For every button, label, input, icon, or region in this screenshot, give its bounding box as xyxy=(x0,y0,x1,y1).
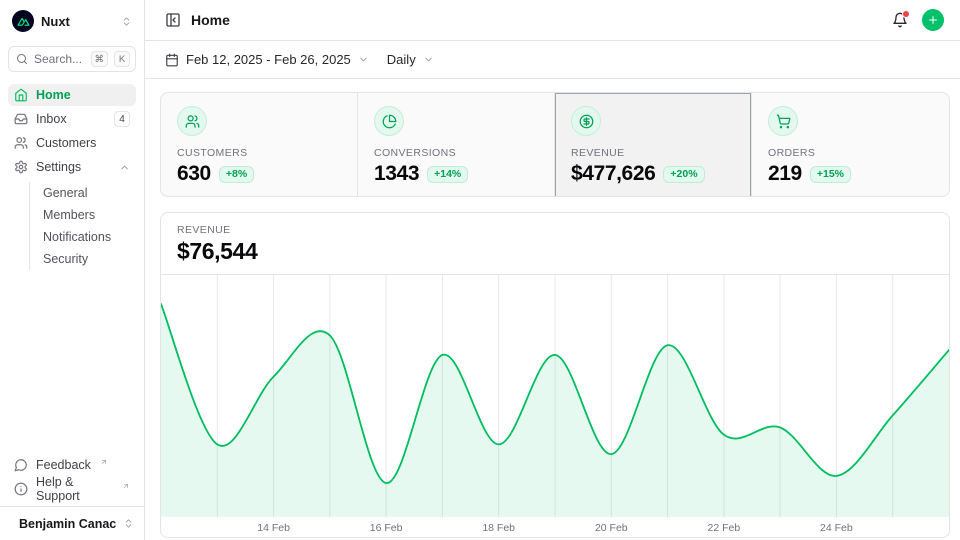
stat-label: Conversions xyxy=(374,147,538,159)
sidebar-item-settings[interactable]: Settings xyxy=(8,156,136,178)
chart-metric-label: Revenue xyxy=(177,224,933,236)
chart-svg xyxy=(161,275,949,517)
chevron-down-icon xyxy=(358,54,369,65)
sidebar-item-label: Settings xyxy=(36,160,81,174)
stat-delta-badge: +15% xyxy=(810,166,851,183)
feedback-link[interactable]: Feedback xyxy=(8,454,136,476)
app-window: Nuxt Search... ⌘ K Home xyxy=(0,0,960,540)
stat-card-revenue[interactable]: Revenue $477,626 +20% xyxy=(555,93,752,197)
date-range-value: Feb 12, 2025 - Feb 26, 2025 xyxy=(186,52,351,67)
inbox-icon xyxy=(14,112,28,126)
sidebar-nav: Home Inbox 4 Customers Settings xyxy=(8,84,136,270)
search-input[interactable]: Search... ⌘ K xyxy=(8,46,136,72)
workspace-name: Nuxt xyxy=(41,14,70,29)
search-icon xyxy=(16,53,28,65)
kbd-k: K xyxy=(114,51,130,67)
users-icon xyxy=(14,136,28,150)
granularity-select[interactable]: Daily xyxy=(387,52,434,67)
sidebar-item-customers[interactable]: Customers xyxy=(8,132,136,154)
page-title: Home xyxy=(191,12,230,28)
revenue-chart-card: Revenue $76,544 14 Feb 16 Feb 18 Feb 20 Feb… xyxy=(160,212,950,538)
user-menu[interactable]: Benjamin Canac xyxy=(0,506,144,540)
stat-label: Revenue xyxy=(571,147,735,159)
revenue-area-chart[interactable] xyxy=(161,275,949,517)
stats-row: Customers 630 +8% Conversions 1343 +14% xyxy=(160,92,950,197)
stat-value: 630 xyxy=(177,162,211,186)
stat-card-customers[interactable]: Customers 630 +8% xyxy=(161,93,358,197)
nuxt-logo-icon xyxy=(12,10,34,32)
sidebar-item-general[interactable]: General xyxy=(43,182,136,204)
inbox-count-badge: 4 xyxy=(114,111,130,127)
gear-icon xyxy=(14,160,28,174)
chevron-up-down-icon xyxy=(123,518,134,529)
stat-label: Customers xyxy=(177,147,341,159)
user-name: Benjamin Canac xyxy=(19,517,116,531)
sidebar-item-notifications[interactable]: Notifications xyxy=(43,226,136,248)
search-placeholder: Search... xyxy=(34,52,85,66)
help-support-label: Help & Support xyxy=(36,475,113,503)
circle-dollar-icon xyxy=(571,106,601,136)
message-bubble-icon xyxy=(14,458,28,472)
chart-metric-value: $76,544 xyxy=(177,238,933,265)
chevron-up-icon xyxy=(119,162,130,173)
stat-card-conversions[interactable]: Conversions 1343 +14% xyxy=(358,93,555,197)
stat-card-orders[interactable]: Orders 219 +15% xyxy=(752,93,949,197)
pie-chart-icon xyxy=(374,106,404,136)
x-axis-tick-label: 18 Feb xyxy=(482,522,515,534)
users-icon xyxy=(177,106,207,136)
main-area: Home Feb 12, 2025 - Feb 26, 2025 xyxy=(145,0,960,540)
sidebar-item-inbox[interactable]: Inbox 4 xyxy=(8,108,136,130)
shopping-cart-icon xyxy=(768,106,798,136)
stat-value: 219 xyxy=(768,162,802,186)
x-axis-tick-label: 14 Feb xyxy=(257,522,290,534)
x-axis-tick-label: 22 Feb xyxy=(708,522,741,534)
x-axis-tick-label: 20 Feb xyxy=(595,522,628,534)
dashboard-content: Customers 630 +8% Conversions 1343 +14% xyxy=(145,79,960,540)
granularity-value: Daily xyxy=(387,52,416,67)
notification-dot xyxy=(902,10,910,18)
info-circle-icon xyxy=(14,482,28,496)
external-link-icon xyxy=(122,482,130,490)
chart-header: Revenue $76,544 xyxy=(161,213,949,275)
chevron-up-down-icon xyxy=(121,16,132,27)
stat-value: $477,626 xyxy=(571,162,655,186)
stat-label: Orders xyxy=(768,147,933,159)
sidebar-footer: Feedback Help & Support xyxy=(8,454,136,506)
external-link-icon xyxy=(100,458,108,466)
sidebar-item-label: Home xyxy=(36,88,71,102)
sidebar-item-members[interactable]: Members xyxy=(43,204,136,226)
home-icon xyxy=(14,88,28,102)
sidebar-item-label: Inbox xyxy=(36,112,67,126)
sidebar: Nuxt Search... ⌘ K Home xyxy=(0,0,145,540)
feedback-label: Feedback xyxy=(36,458,91,472)
kbd-cmd: ⌘ xyxy=(91,51,109,67)
stat-delta-badge: +8% xyxy=(219,166,254,183)
calendar-icon xyxy=(165,53,179,67)
header-actions xyxy=(892,9,944,31)
stat-delta-badge: +14% xyxy=(427,166,468,183)
sidebar-item-label: Customers xyxy=(36,136,96,150)
sidebar-item-security[interactable]: Security xyxy=(43,248,136,270)
notifications-bell-icon[interactable] xyxy=(892,12,908,28)
date-range-picker[interactable]: Feb 12, 2025 - Feb 26, 2025 xyxy=(165,52,369,67)
workspace-switcher[interactable]: Nuxt xyxy=(8,8,136,34)
settings-subnav: General Members Notifications Security xyxy=(29,182,136,270)
sidebar-item-home[interactable]: Home xyxy=(8,84,136,106)
collapse-sidebar-icon[interactable] xyxy=(165,12,181,28)
page-header: Home xyxy=(145,0,960,41)
chart-x-axis: 14 Feb 16 Feb 18 Feb 20 Feb 22 Feb 24 Feb xyxy=(161,517,949,538)
filters-toolbar: Feb 12, 2025 - Feb 26, 2025 Daily xyxy=(145,41,960,79)
stat-delta-badge: +20% xyxy=(663,166,704,183)
stat-value: 1343 xyxy=(374,162,419,186)
chevron-down-icon xyxy=(423,54,434,65)
add-button[interactable] xyxy=(922,9,944,31)
x-axis-tick-label: 24 Feb xyxy=(820,522,853,534)
help-support-link[interactable]: Help & Support xyxy=(8,478,136,500)
x-axis-tick-label: 16 Feb xyxy=(370,522,403,534)
